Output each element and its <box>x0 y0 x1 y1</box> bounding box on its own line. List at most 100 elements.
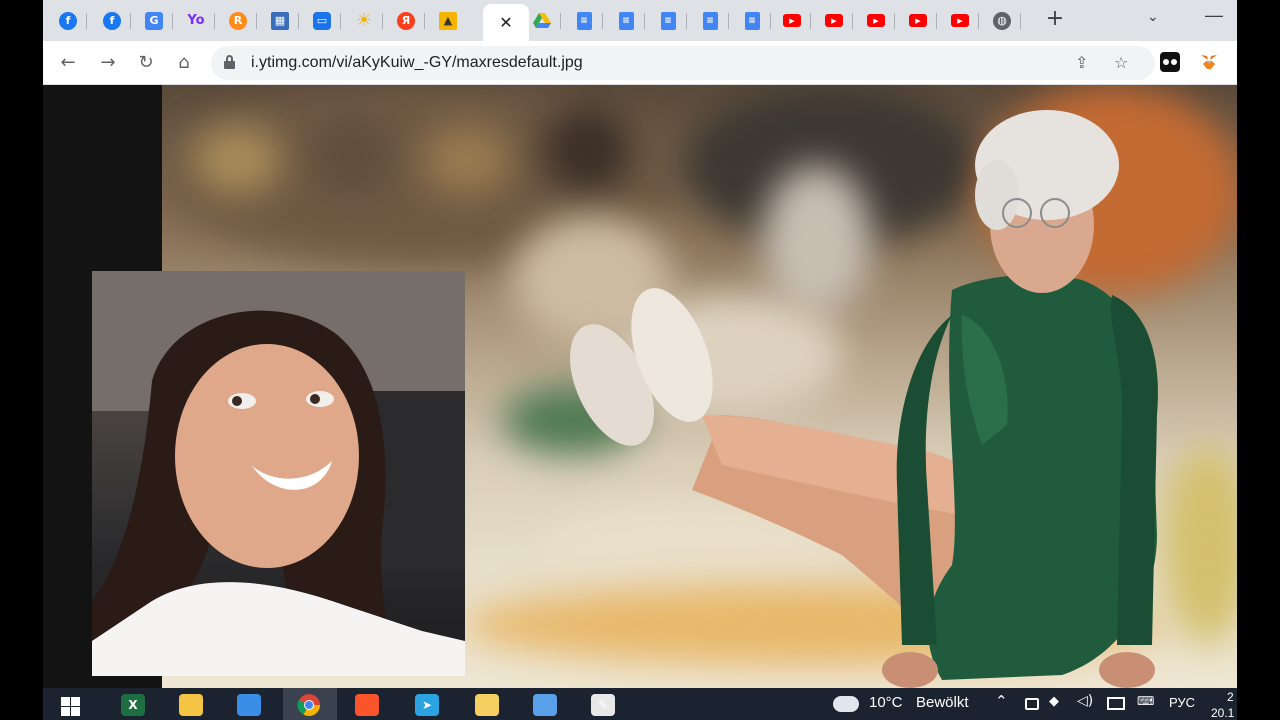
tab-divider <box>340 13 341 29</box>
browser-tab[interactable]: ☀ <box>345 4 383 37</box>
reaction-inset-photo <box>92 271 465 676</box>
browser-tab[interactable]: R <box>219 4 257 37</box>
browser-tab[interactable]: ▲ <box>429 4 467 37</box>
device-icon[interactable] <box>1025 698 1039 710</box>
tab-divider <box>214 13 215 29</box>
file-explorer-icon[interactable] <box>179 694 203 716</box>
language-indicator[interactable]: РУС <box>1169 695 1195 710</box>
translate-icon: G <box>145 11 163 30</box>
tab-divider <box>172 13 173 29</box>
girl-figure <box>92 271 465 676</box>
brave-icon[interactable] <box>355 694 379 716</box>
google-docs-icon: ≡ <box>744 11 760 30</box>
network-icon[interactable] <box>1107 697 1125 710</box>
remote-desktop-icon[interactable] <box>237 694 261 716</box>
browser-tab[interactable]: ▭ <box>303 4 341 37</box>
start-button[interactable] <box>61 697 81 717</box>
url-text[interactable]: i.ytimg.com/vi/aKyKuiw_-GY/maxresdefault… <box>251 54 583 72</box>
youtube-icon: ▶ <box>951 14 969 27</box>
browser-tab[interactable]: ≡ <box>565 4 603 37</box>
tab-divider <box>810 13 811 29</box>
tab-divider <box>894 13 895 29</box>
tab-divider <box>560 13 561 29</box>
tab-divider <box>936 13 937 29</box>
browser-tab[interactable]: ▶ <box>941 4 979 37</box>
browser-tab[interactable]: ▶ <box>815 4 853 37</box>
notes-icon[interactable] <box>475 694 499 716</box>
toolbar: ← → ↻ ⌂ i.ytimg.com/vi/aKyKuiw_-GY/maxre… <box>43 41 1237 85</box>
tab-divider <box>770 13 771 29</box>
sun-icon: ☀ <box>355 10 373 31</box>
browser-tab[interactable]: ≡ <box>733 4 771 37</box>
browser-tab[interactable]: ▶ <box>899 4 937 37</box>
date[interactable]: 20.1 <box>1211 706 1234 720</box>
tab-divider <box>728 13 729 29</box>
yo-icon: Yo <box>187 13 205 28</box>
browser-tab[interactable]: ≡ <box>691 4 729 37</box>
cloud-icon[interactable] <box>833 696 859 712</box>
chrome-icon[interactable] <box>297 694 321 716</box>
browser-tab[interactable] <box>523 4 561 37</box>
chat-icon: ▭ <box>313 11 331 30</box>
layout-icon: ▦ <box>271 11 289 30</box>
home-button[interactable]: ⌂ <box>172 51 196 75</box>
browser-window: + ⌄ — f f G Yo R ▦ ▭ ☀ Я ▲ ✕ ≡ ≡ ≡ ≡ ≡ ▶ ▶ ▶ ▶ ▶ ◍ ← → ↻ ⌂ i.… <box>43 0 1237 688</box>
browser-tab[interactable]: Yo <box>177 4 215 37</box>
tab-search-icon[interactable]: ⌄ <box>1147 9 1159 25</box>
browser-tab[interactable]: ◍ <box>983 4 1021 37</box>
new-tab-button[interactable]: + <box>1043 8 1067 32</box>
bookmark-star-icon[interactable]: ☆ <box>1114 53 1128 72</box>
taskbar: X ➤ ✎ 10°C Bewölkt ⌃ ◆ ◁) ⌨ РУС 2 20.1 <box>43 688 1237 720</box>
tab-divider <box>130 13 131 29</box>
facebook-icon: f <box>59 11 77 30</box>
youtube-icon: ▶ <box>825 14 843 27</box>
tab-divider <box>382 13 383 29</box>
chevron-up-icon[interactable]: ⌃ <box>995 692 1008 710</box>
close-icon[interactable]: ✕ <box>499 13 512 32</box>
paint-icon[interactable]: ✎ <box>591 694 615 716</box>
back-button[interactable]: ← <box>56 51 80 75</box>
tab-divider <box>298 13 299 29</box>
youtube-icon: ▶ <box>867 14 885 27</box>
browser-tab[interactable]: ≡ <box>607 4 645 37</box>
dropbox-icon[interactable]: ◆ <box>1049 694 1059 709</box>
keyboard-icon[interactable]: ⌨ <box>1137 694 1154 708</box>
youtube-icon: ▶ <box>909 14 927 27</box>
lingualeo-icon: R <box>229 11 247 30</box>
google-docs-icon: ≡ <box>702 11 718 30</box>
browser-tab[interactable]: f <box>49 4 87 37</box>
volume-icon[interactable]: ◁) <box>1077 693 1093 709</box>
weather-condition[interactable]: Bewölkt <box>916 694 969 711</box>
browser-tab[interactable]: ▶ <box>773 4 811 37</box>
browser-tab[interactable]: ≡ <box>649 4 687 37</box>
reload-button[interactable]: ↻ <box>134 51 158 75</box>
google-docs-icon: ≡ <box>576 11 592 30</box>
google-drive-icon <box>533 12 551 30</box>
share-icon[interactable]: ⇪ <box>1075 53 1088 72</box>
extension-icon[interactable] <box>1160 52 1180 72</box>
browser-tab[interactable]: f <box>93 4 131 37</box>
facebook-icon: f <box>103 11 121 30</box>
tab-divider <box>424 13 425 29</box>
browser-tab[interactable]: ▦ <box>261 4 299 37</box>
file-icon[interactable] <box>533 694 557 716</box>
google-docs-icon: ≡ <box>660 11 676 30</box>
excel-icon[interactable]: X <box>121 694 145 716</box>
telegram-icon[interactable]: ➤ <box>415 694 439 716</box>
screen: + ⌄ — f f G Yo R ▦ ▭ ☀ Я ▲ ✕ ≡ ≡ ≡ ≡ ≡ ▶ ▶ ▶ ▶ ▶ ◍ ← → ↻ ⌂ i.… <box>0 0 1280 720</box>
clock[interactable]: 2 <box>1227 690 1234 704</box>
minimize-button[interactable]: — <box>1205 5 1223 26</box>
browser-tab[interactable]: G <box>135 4 173 37</box>
google-docs-icon: ≡ <box>618 11 634 30</box>
browser-tab[interactable]: ▶ <box>857 4 895 37</box>
browser-tab[interactable]: Я <box>387 4 425 37</box>
tab-divider <box>686 13 687 29</box>
metamask-icon[interactable] <box>1199 52 1219 72</box>
forward-button[interactable]: → <box>96 51 120 75</box>
yandex-icon: Я <box>397 11 415 30</box>
tab-divider <box>978 13 979 29</box>
address-bar[interactable]: i.ytimg.com/vi/aKyKuiw_-GY/maxresdefault… <box>211 46 1155 80</box>
lock-icon <box>224 55 235 69</box>
tab-divider <box>256 13 257 29</box>
weather-temp[interactable]: 10°C <box>869 694 903 711</box>
